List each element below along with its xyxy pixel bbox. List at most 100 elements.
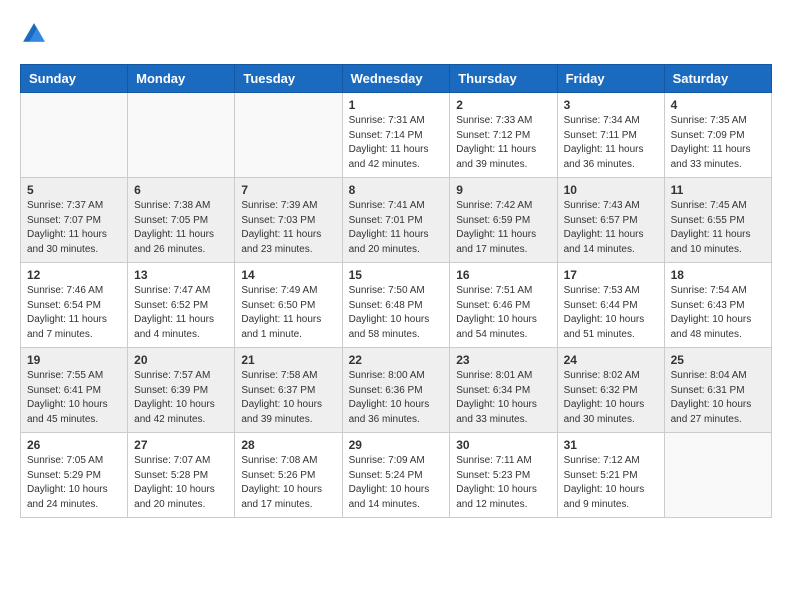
day-number: 2 [456,98,550,112]
day-number: 27 [134,438,228,452]
calendar-cell: 5Sunrise: 7:37 AMSunset: 7:07 PMDaylight… [21,178,128,263]
calendar-cell: 27 Sunrise: 7:07 AMSunset: 5:28 PMDayligh… [128,433,235,518]
calendar-week-row: 26 Sunrise: 7:05 AMSunset: 5:29 PMDayligh… [21,433,772,518]
day-info: Sunrise: 7:50 AMSunset: 6:48 PMDaylight:… [349,284,444,342]
weekday-header: Saturday [664,65,771,93]
calendar-week-row: 1 Sunrise: 7:31 AMSunset: 7:14 PMDaylight… [21,93,772,178]
day-number: 21 [241,353,335,367]
day-number: 19 [27,353,121,367]
day-info: Sunrise: 7:09 AMSunset: 5:24 PMDaylight:… [349,454,444,512]
calendar-cell: 21 Sunrise: 7:58 AMSunset: 6:37 PMDayligh… [235,348,342,433]
day-number: 1 [349,98,444,112]
calendar-cell [235,93,342,178]
day-info: Sunrise: 8:00 AMSunset: 6:36 PMDaylight:… [349,369,444,427]
calendar-week-row: 5Sunrise: 7:37 AMSunset: 7:07 PMDaylight… [21,178,772,263]
day-info: Sunrise: 7:45 AMSunset: 6:55 PMDaylight:… [671,199,765,257]
logo-icon [20,20,48,48]
day-info: Sunrise: 7:07 AMSunset: 5:28 PMDaylight:… [134,454,228,512]
day-info: Sunrise: 7:46 AMSunset: 6:54 PMDaylight:… [27,284,121,342]
day-number: 31 [564,438,658,452]
calendar-cell: 13Sunrise: 7:47 AMSunset: 6:52 PMDayligh… [128,263,235,348]
day-info: Sunrise: 7:37 AMSunset: 7:07 PMDaylight:… [27,199,121,257]
weekday-header: Sunday [21,65,128,93]
day-info: Sunrise: 7:31 AMSunset: 7:14 PMDaylight:… [349,114,444,172]
calendar-cell: 7 Sunrise: 7:39 AMSunset: 7:03 PMDaylight… [235,178,342,263]
day-info: Sunrise: 7:43 AMSunset: 6:57 PMDaylight:… [564,199,658,257]
day-number: 11 [671,183,765,197]
calendar-cell: 3Sunrise: 7:34 AMSunset: 7:11 PMDaylight… [557,93,664,178]
day-info: Sunrise: 7:42 AMSunset: 6:59 PMDaylight:… [456,199,550,257]
day-number: 8 [349,183,444,197]
day-info: Sunrise: 7:55 AMSunset: 6:41 PMDaylight:… [27,369,121,427]
day-info: Sunrise: 7:49 AMSunset: 6:50 PMDaylight:… [241,284,335,342]
day-info: Sunrise: 8:01 AMSunset: 6:34 PMDaylight:… [456,369,550,427]
calendar-cell: 18Sunrise: 7:54 AMSunset: 6:43 PMDayligh… [664,263,771,348]
day-info: Sunrise: 7:47 AMSunset: 6:52 PMDaylight:… [134,284,228,342]
calendar-cell: 11 Sunrise: 7:45 AMSunset: 6:55 PMDayligh… [664,178,771,263]
calendar-cell: 17Sunrise: 7:53 AMSunset: 6:44 PMDayligh… [557,263,664,348]
day-info: Sunrise: 7:53 AMSunset: 6:44 PMDaylight:… [564,284,658,342]
weekday-header: Wednesday [342,65,450,93]
day-info: Sunrise: 8:04 AMSunset: 6:31 PMDaylight:… [671,369,765,427]
day-number: 12 [27,268,121,282]
day-number: 18 [671,268,765,282]
day-number: 28 [241,438,335,452]
calendar-table: SundayMondayTuesdayWednesdayThursdayFrid… [20,64,772,518]
calendar-cell: 8 Sunrise: 7:41 AMSunset: 7:01 PMDaylight… [342,178,450,263]
day-number: 15 [349,268,444,282]
day-number: 23 [456,353,550,367]
day-number: 4 [671,98,765,112]
calendar-cell: 24Sunrise: 8:02 AMSunset: 6:32 PMDayligh… [557,348,664,433]
weekday-header: Friday [557,65,664,93]
day-number: 26 [27,438,121,452]
calendar-cell: 4 Sunrise: 7:35 AMSunset: 7:09 PMDaylight… [664,93,771,178]
day-info: Sunrise: 7:41 AMSunset: 7:01 PMDaylight:… [349,199,444,257]
day-info: Sunrise: 7:58 AMSunset: 6:37 PMDaylight:… [241,369,335,427]
day-info: Sunrise: 7:39 AMSunset: 7:03 PMDaylight:… [241,199,335,257]
day-info: Sunrise: 7:12 AMSunset: 5:21 PMDaylight:… [564,454,658,512]
day-number: 30 [456,438,550,452]
calendar-cell: 16 Sunrise: 7:51 AMSunset: 6:46 PMDayligh… [450,263,557,348]
calendar-cell: 10 Sunrise: 7:43 AMSunset: 6:57 PMDayligh… [557,178,664,263]
calendar-cell [128,93,235,178]
calendar-cell [21,93,128,178]
calendar-cell: 15 Sunrise: 7:50 AMSunset: 6:48 PMDayligh… [342,263,450,348]
calendar-cell: 31 Sunrise: 7:12 AMSunset: 5:21 PMDayligh… [557,433,664,518]
calendar-cell: 1 Sunrise: 7:31 AMSunset: 7:14 PMDaylight… [342,93,450,178]
day-number: 10 [564,183,658,197]
weekday-header: Thursday [450,65,557,93]
calendar-cell: 28 Sunrise: 7:08 AMSunset: 5:26 PMDayligh… [235,433,342,518]
calendar-week-row: 12 Sunrise: 7:46 AMSunset: 6:54 PMDayligh… [21,263,772,348]
day-number: 25 [671,353,765,367]
calendar-header-row: SundayMondayTuesdayWednesdayThursdayFrid… [21,65,772,93]
calendar-cell: 25 Sunrise: 8:04 AMSunset: 6:31 PMDayligh… [664,348,771,433]
day-number: 3 [564,98,658,112]
calendar-week-row: 19 Sunrise: 7:55 AMSunset: 6:41 PMDayligh… [21,348,772,433]
calendar-cell: 30 Sunrise: 7:11 AMSunset: 5:23 PMDayligh… [450,433,557,518]
calendar-cell: 29 Sunrise: 7:09 AMSunset: 5:24 PMDayligh… [342,433,450,518]
weekday-header: Tuesday [235,65,342,93]
day-number: 29 [349,438,444,452]
day-info: Sunrise: 7:11 AMSunset: 5:23 PMDaylight:… [456,454,550,512]
calendar-cell: 22 Sunrise: 8:00 AMSunset: 6:36 PMDayligh… [342,348,450,433]
calendar-cell: 23 Sunrise: 8:01 AMSunset: 6:34 PMDayligh… [450,348,557,433]
day-number: 7 [241,183,335,197]
day-info: Sunrise: 7:57 AMSunset: 6:39 PMDaylight:… [134,369,228,427]
day-number: 16 [456,268,550,282]
day-info: Sunrise: 7:35 AMSunset: 7:09 PMDaylight:… [671,114,765,172]
day-info: Sunrise: 7:08 AMSunset: 5:26 PMDaylight:… [241,454,335,512]
weekday-header: Monday [128,65,235,93]
day-number: 20 [134,353,228,367]
day-info: Sunrise: 7:05 AMSunset: 5:29 PMDaylight:… [27,454,121,512]
day-number: 14 [241,268,335,282]
day-info: Sunrise: 7:33 AMSunset: 7:12 PMDaylight:… [456,114,550,172]
day-number: 22 [349,353,444,367]
calendar-cell: 20 Sunrise: 7:57 AMSunset: 6:39 PMDayligh… [128,348,235,433]
day-info: Sunrise: 8:02 AMSunset: 6:32 PMDaylight:… [564,369,658,427]
day-info: Sunrise: 7:51 AMSunset: 6:46 PMDaylight:… [456,284,550,342]
calendar-cell: 2 Sunrise: 7:33 AMSunset: 7:12 PMDaylight… [450,93,557,178]
calendar-cell: 26 Sunrise: 7:05 AMSunset: 5:29 PMDayligh… [21,433,128,518]
page-header [20,20,772,48]
logo [20,20,52,48]
calendar-cell: 6Sunrise: 7:38 AMSunset: 7:05 PMDaylight… [128,178,235,263]
